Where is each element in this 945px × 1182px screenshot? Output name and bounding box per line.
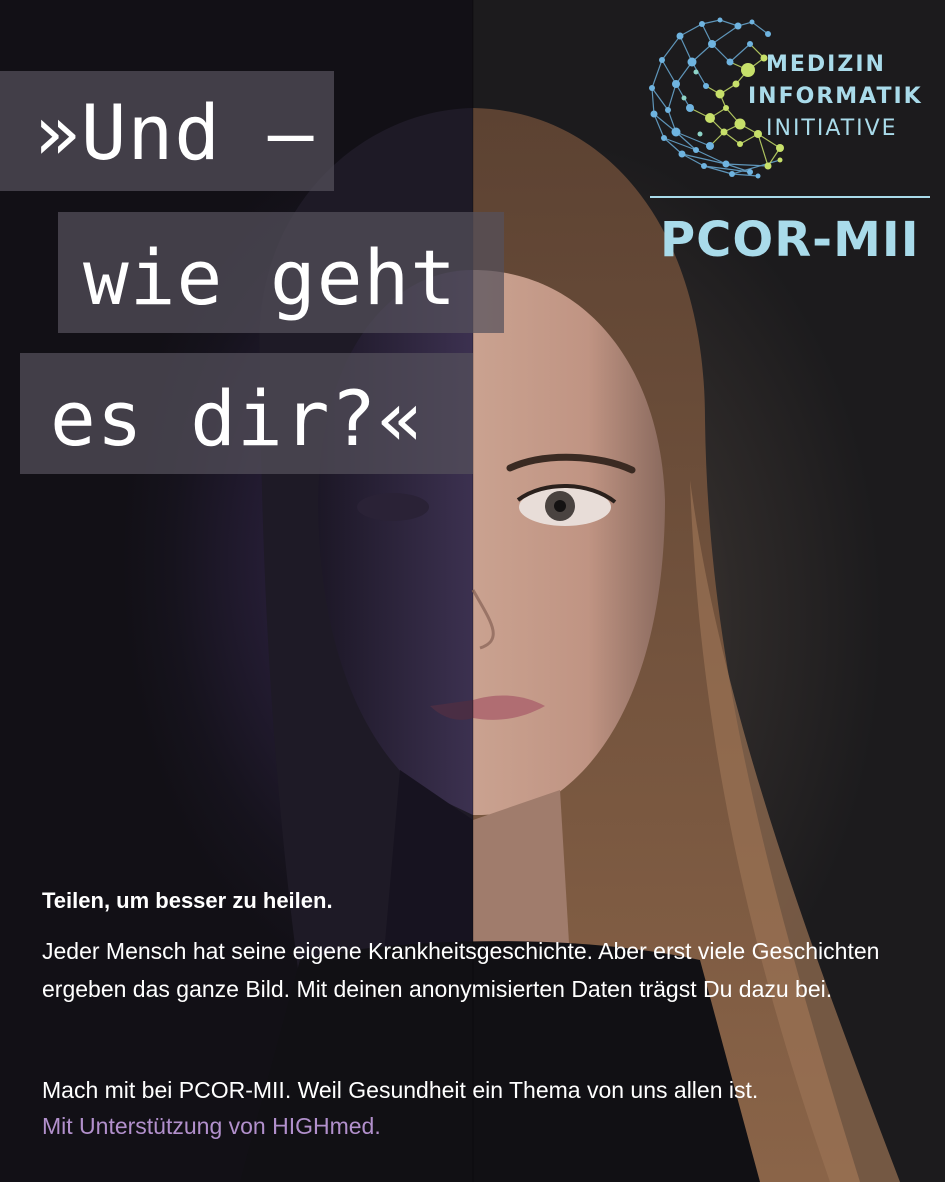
logo-word-initiative: INITIATIVE bbox=[766, 116, 898, 141]
project-name: PCOR-MII bbox=[660, 212, 920, 268]
poster: »Und – wie geht es dir?« MEDIZIN INFORMA… bbox=[0, 0, 945, 1182]
tagline: Teilen, um besser zu heilen. bbox=[42, 888, 333, 913]
logo-word-medizin: MEDIZIN bbox=[766, 52, 886, 77]
body-paragraph-2: Mach mit bei PCOR-MII. Weil Gesundheit e… bbox=[42, 1077, 759, 1103]
logo-divider bbox=[650, 196, 930, 198]
support-credit: Mit Unterstützung von HIGHmed. bbox=[42, 1113, 381, 1139]
headline-line-3: es dir?« bbox=[50, 374, 425, 463]
body-paragraph-1: Jeder Mensch hat seine eigene Krankheits… bbox=[42, 938, 880, 1002]
headline-line-1: »Und – bbox=[34, 88, 315, 177]
logo-word-informatik: INFORMATIK bbox=[748, 84, 923, 109]
headline-line-2: wie geht bbox=[83, 233, 458, 322]
